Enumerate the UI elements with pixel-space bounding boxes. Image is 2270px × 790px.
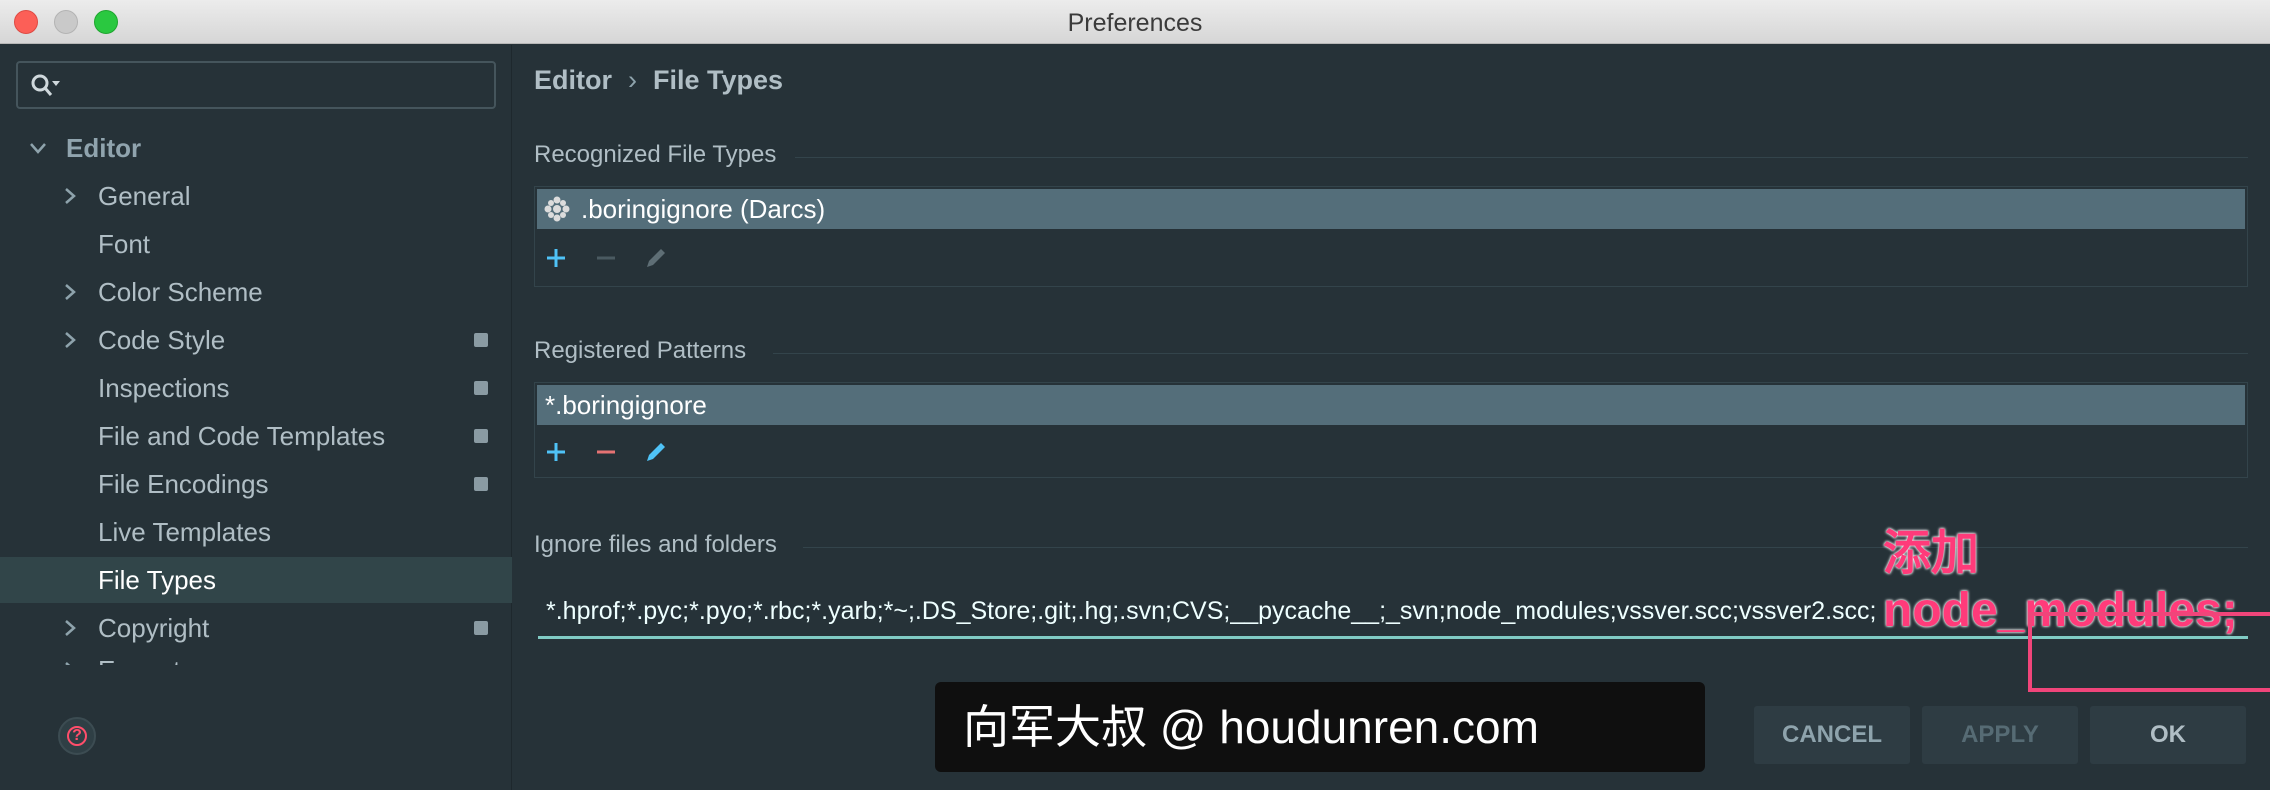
tree-item-live-templates[interactable]: Live Templates xyxy=(0,509,512,555)
file-types-panel: Editor › File Types Recognized File Types … xyxy=(513,45,2270,790)
list-item-selected[interactable]: *.boringignore xyxy=(537,385,2245,425)
chevron-right-icon[interactable] xyxy=(60,660,80,665)
chevron-right-icon[interactable] xyxy=(60,186,80,206)
cancel-button[interactable]: CANCEL xyxy=(1754,706,1910,764)
project-settings-icon xyxy=(474,381,488,395)
recognized-file-types-title: Recognized File Types xyxy=(534,141,777,168)
tree-item-label: General xyxy=(98,181,191,211)
chevron-right-icon[interactable] xyxy=(60,618,80,638)
tree-item-inspections[interactable]: Inspections xyxy=(0,365,512,411)
breadcrumb: Editor › File Types xyxy=(534,65,783,96)
project-settings-icon xyxy=(474,333,488,347)
breadcrumb-parent[interactable]: Editor xyxy=(534,65,612,95)
window-title: Preferences xyxy=(1067,9,1203,37)
tree-item-label: Emmet xyxy=(98,647,180,665)
list-item-label: .boringignore (Darcs) xyxy=(581,194,826,224)
tree-item-label: File Encodings xyxy=(98,469,269,499)
registered-patterns-list[interactable]: *.boringignore xyxy=(534,382,2248,478)
project-settings-icon xyxy=(474,429,488,443)
ok-button[interactable]: OK xyxy=(2090,706,2246,764)
edit-pencil-icon[interactable] xyxy=(641,243,671,273)
project-settings-icon xyxy=(474,621,488,635)
remove-icon[interactable] xyxy=(591,437,621,467)
tree-item-file-and-code-templates[interactable]: File and Code Templates xyxy=(0,413,512,459)
tree-item-editor[interactable]: Editor xyxy=(0,125,512,171)
chevron-down-icon[interactable] xyxy=(28,138,48,158)
project-settings-icon xyxy=(474,477,488,491)
recognized-file-types-list[interactable]: .boringignore (Darcs) xyxy=(534,186,2248,287)
highlight-box xyxy=(2028,612,2270,692)
remove-icon[interactable] xyxy=(591,243,621,273)
tree-item-font[interactable]: Font xyxy=(0,221,512,267)
ignore-files-title: Ignore files and folders xyxy=(534,531,777,558)
chevron-right-icon[interactable] xyxy=(60,282,80,302)
list-item-selected[interactable]: .boringignore (Darcs) xyxy=(537,189,2245,229)
tree-item-file-types[interactable]: File Types xyxy=(0,557,512,603)
tree-item-code-style[interactable]: Code Style xyxy=(0,317,512,363)
add-icon[interactable] xyxy=(541,243,571,273)
tree-item-file-encodings[interactable]: File Encodings xyxy=(0,461,512,507)
section-divider xyxy=(795,157,2248,158)
add-icon[interactable] xyxy=(541,437,571,467)
question-icon: ? xyxy=(67,726,87,746)
tree-item-label: File Types xyxy=(98,565,217,595)
breadcrumb-separator: › xyxy=(628,65,637,95)
tree-item-label: Live Templates xyxy=(98,517,271,547)
tree-item-label: Editor xyxy=(66,133,142,163)
tree-item-label: File and Code Templates xyxy=(98,421,386,451)
tree-item-label: Font xyxy=(98,229,151,259)
settings-search-input[interactable] xyxy=(16,61,496,109)
chevron-right-icon[interactable] xyxy=(60,330,80,350)
darcs-file-icon xyxy=(544,196,570,222)
tree-item-label: Inspections xyxy=(98,373,230,403)
help-button[interactable]: ? xyxy=(58,717,96,755)
tree-item-general[interactable]: General xyxy=(0,173,512,219)
search-icon xyxy=(31,74,60,96)
tree-item-label: Code Style xyxy=(98,325,226,355)
tree-item-label: Copyright xyxy=(98,613,210,643)
tree-item-label: Color Scheme xyxy=(98,277,263,307)
apply-button[interactable]: APPLY xyxy=(1922,706,2078,764)
title-bar: Preferences xyxy=(0,0,2270,44)
settings-tree: Editor General Font Color Scheme Code St… xyxy=(0,125,512,665)
tree-item-color-scheme[interactable]: Color Scheme xyxy=(0,269,512,315)
list-item-label: *.boringignore xyxy=(545,390,707,420)
tree-item-copyright[interactable]: Copyright xyxy=(0,605,512,651)
registered-patterns-title: Registered Patterns xyxy=(534,337,747,364)
settings-sidebar: Editor General Font Color Scheme Code St… xyxy=(0,45,512,790)
section-divider xyxy=(773,353,2248,354)
tree-item-emmet[interactable]: Emmet xyxy=(0,647,512,665)
watermark: 向军大叔 @ houdunren.com xyxy=(935,682,1705,772)
edit-pencil-icon[interactable] xyxy=(641,437,671,467)
breadcrumb-current: File Types xyxy=(653,65,784,95)
